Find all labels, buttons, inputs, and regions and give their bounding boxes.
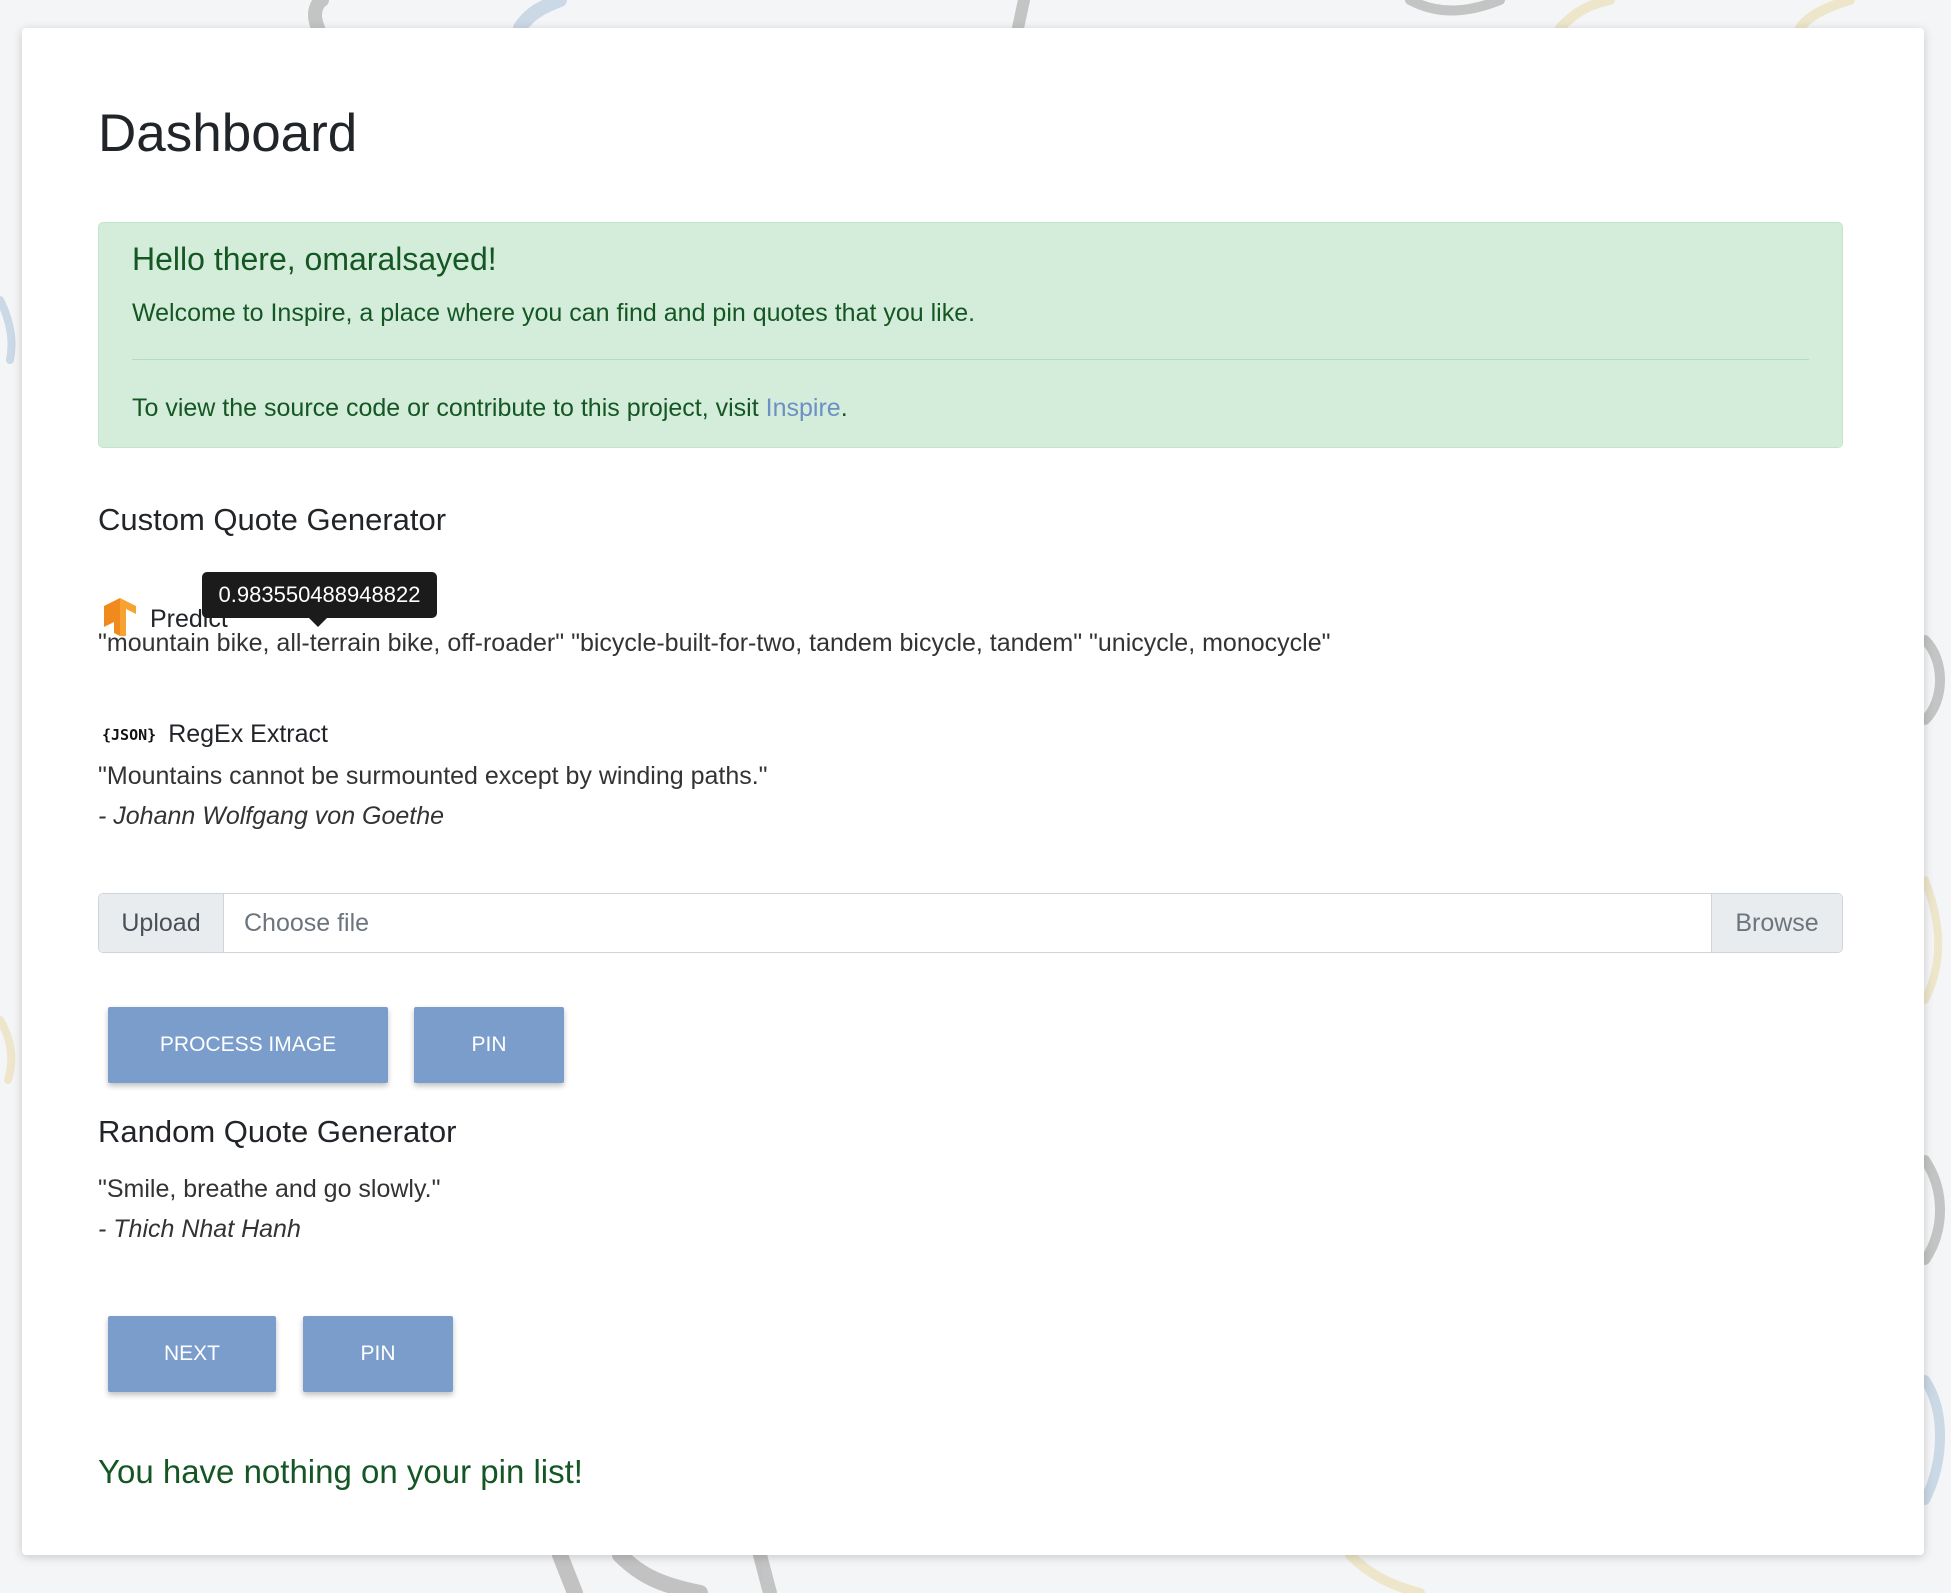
random-author: - Thich Nhat Hanh <box>98 1215 301 1243</box>
page-title: Dashboard <box>98 104 358 163</box>
regex-quote: "Mountains cannot be surmounted except b… <box>98 762 768 790</box>
regex-author: - Johann Wolfgang von Goethe <box>98 802 445 830</box>
browse-button[interactable]: Browse <box>1711 894 1842 952</box>
regex-row: {JSON} RegEx Extract <box>102 720 328 749</box>
alert-footer-text: To view the source code or contribute to… <box>132 394 766 422</box>
regex-label: RegEx Extract <box>168 720 328 748</box>
welcome-alert: Hello there, omaralsayed! Welcome to Ins… <box>98 222 1843 448</box>
custom-generator-title: Custom Quote Generator <box>98 502 447 537</box>
process-image-button[interactable]: PROCESS IMAGE <box>108 1007 388 1083</box>
alert-text: Welcome to Inspire, a place where you ca… <box>132 299 976 327</box>
json-icon: {JSON} <box>102 725 157 744</box>
alert-footer: To view the source code or contribute to… <box>132 394 848 423</box>
next-quote-button[interactable]: NEXT <box>108 1316 276 1392</box>
file-upload-group: Upload Browse <box>98 893 1843 953</box>
tooltip-arrow <box>309 618 327 627</box>
pin-custom-quote-button[interactable]: PIN <box>414 1007 564 1083</box>
inspire-link[interactable]: Inspire <box>766 394 841 422</box>
pin-list-empty-message: You have nothing on your pin list! <box>98 1453 583 1490</box>
predict-result: "mountain bike, all-terrain bike, off-ro… <box>98 629 1331 657</box>
dashboard-card: Dashboard Hello there, omaralsayed! Welc… <box>22 28 1924 1555</box>
upload-prepend-label: Upload <box>99 894 224 952</box>
tooltip-text: 0.983550488948822 <box>218 582 421 607</box>
alert-divider <box>132 359 1809 360</box>
choose-file-input[interactable] <box>224 894 1711 952</box>
prediction-confidence-tooltip: 0.983550488948822 <box>202 572 437 627</box>
pin-random-quote-button[interactable]: PIN <box>303 1316 453 1392</box>
alert-heading: Hello there, omaralsayed! <box>132 241 497 277</box>
alert-footer-suffix: . <box>840 394 848 422</box>
random-quote: "Smile, breathe and go slowly." <box>98 1175 441 1203</box>
random-generator-title: Random Quote Generator <box>98 1114 457 1149</box>
